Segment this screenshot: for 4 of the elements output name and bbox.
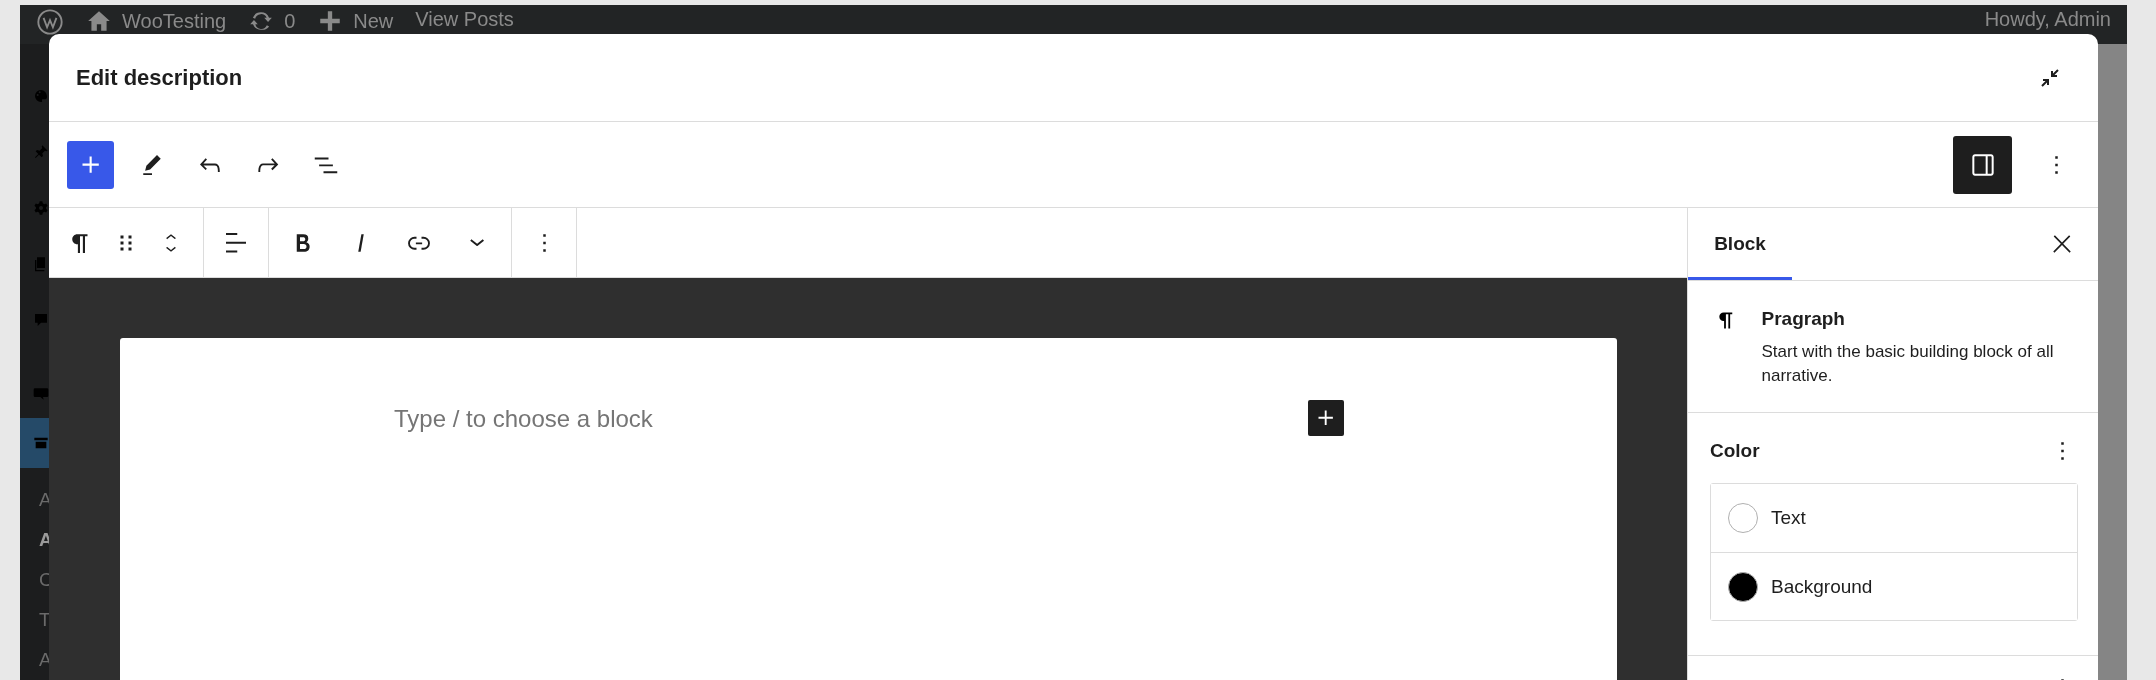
block-title: Pragraph (1761, 308, 1846, 330)
panel-title: Color (1710, 440, 1760, 462)
modal-title: Edit description (76, 64, 243, 91)
block-description: Start with the basic building block of all narrative. (1761, 341, 2055, 387)
